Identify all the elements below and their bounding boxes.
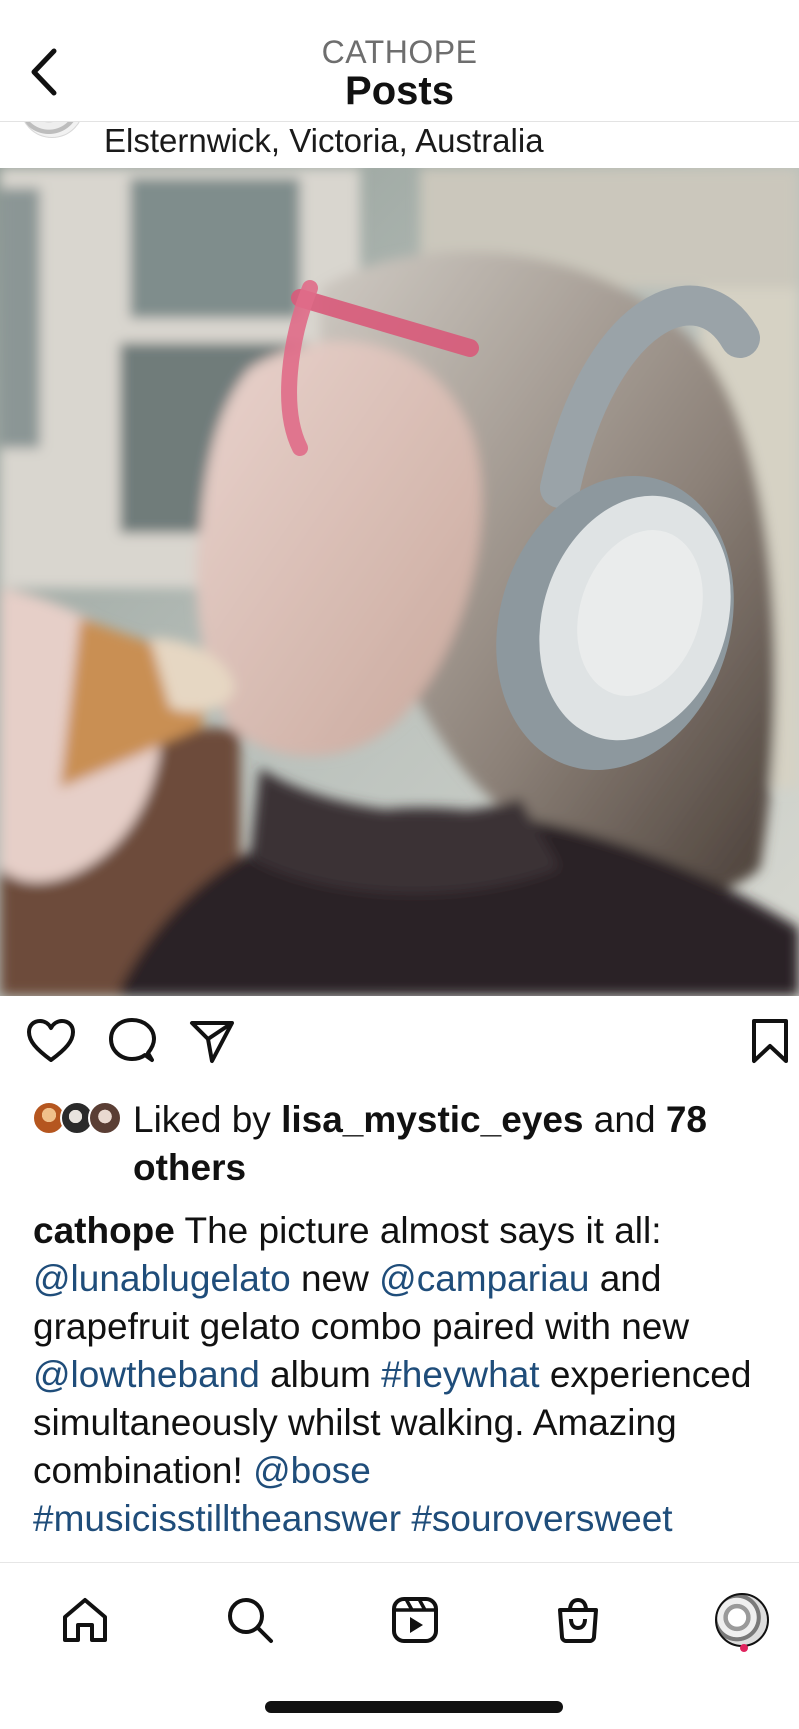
- caption-author[interactable]: cathope: [33, 1210, 175, 1251]
- likes-summary[interactable]: Liked by lisa_mystic_eyes and 78 others: [30, 1096, 790, 1192]
- post-image: [0, 168, 799, 996]
- caption-text: new: [290, 1258, 380, 1299]
- nav-search[interactable]: [215, 1587, 285, 1653]
- liker-username[interactable]: lisa_mystic_eyes: [281, 1099, 583, 1140]
- mention-link[interactable]: @campariau: [379, 1258, 589, 1299]
- share-button[interactable]: [183, 1012, 241, 1070]
- profile-avatar: [715, 1593, 769, 1647]
- notification-dot: [740, 1644, 748, 1652]
- share-icon: [190, 1021, 234, 1063]
- heart-icon: [27, 1019, 75, 1062]
- shop-icon: [558, 1597, 598, 1643]
- search-icon: [228, 1598, 273, 1643]
- like-button[interactable]: [22, 1012, 80, 1070]
- likes-prefix: Liked by: [133, 1099, 282, 1140]
- home-indicator: [265, 1701, 563, 1713]
- header-titles: CATHOPE Posts: [0, 34, 799, 112]
- nav-shop[interactable]: [543, 1587, 613, 1653]
- mention-link[interactable]: @bose: [253, 1450, 371, 1491]
- post-location[interactable]: Elsternwick, Victoria, Australia: [104, 122, 544, 160]
- home-icon: [63, 1598, 107, 1642]
- comment-button[interactable]: [103, 1012, 161, 1070]
- caption-text: The picture almost says it all:: [174, 1210, 662, 1251]
- hashtag-link[interactable]: #heywhat: [381, 1354, 539, 1395]
- caption-text: album: [259, 1354, 382, 1395]
- liker-avatar: [88, 1101, 122, 1135]
- hashtag-link[interactable]: #musicisstilltheanswer: [33, 1498, 401, 1539]
- top-bar: CATHOPE Posts: [0, 0, 799, 122]
- reels-icon: [392, 1597, 438, 1643]
- nav-reels[interactable]: [380, 1587, 450, 1653]
- nav-home[interactable]: [50, 1587, 120, 1653]
- post-actions: [0, 1012, 799, 1078]
- header-username: CATHOPE: [321, 34, 478, 70]
- bookmark-icon: [752, 1019, 788, 1063]
- mention-link[interactable]: @lunablugelato: [33, 1258, 291, 1299]
- post-caption: cathope The picture almost says it all: …: [33, 1207, 795, 1543]
- hashtag-link[interactable]: #souroversweet: [411, 1498, 672, 1539]
- page-title: Posts: [345, 69, 454, 113]
- mention-link[interactable]: @lowtheband: [33, 1354, 260, 1395]
- save-button[interactable]: [741, 1012, 799, 1070]
- nav-profile[interactable]: [707, 1587, 777, 1653]
- liker-avatars: [32, 1101, 124, 1137]
- likes-text: Liked by lisa_mystic_eyes and 78 others: [133, 1096, 790, 1192]
- likes-connector: and: [583, 1099, 666, 1140]
- comment-icon: [109, 1018, 156, 1062]
- post-photo[interactable]: [0, 168, 799, 996]
